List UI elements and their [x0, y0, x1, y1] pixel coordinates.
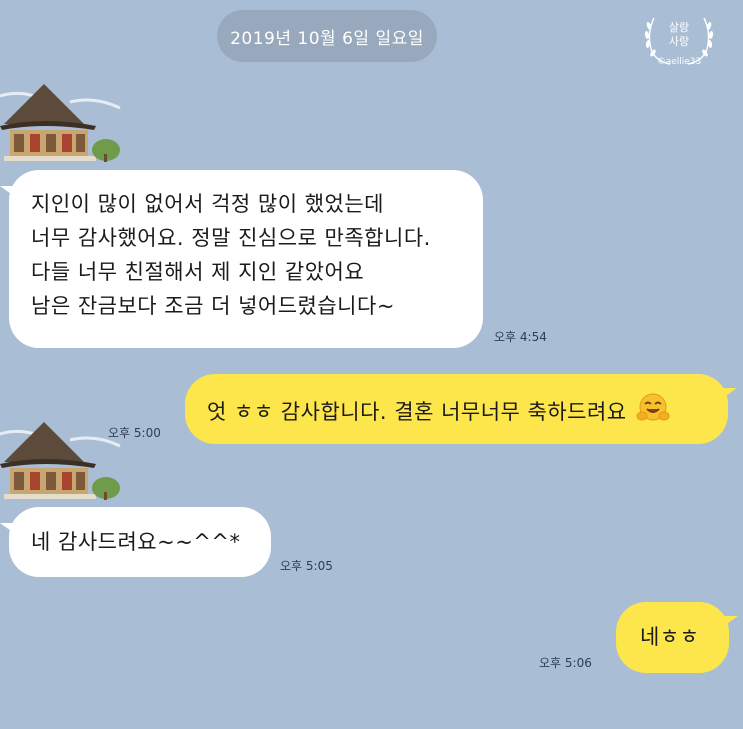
hanok-house-icon[interactable] — [0, 76, 124, 162]
watermark-logo: 살랑 사랑 ©aellie33 — [640, 14, 718, 72]
incoming-message-bubble[interactable]: 네 감사드려요~~^^* — [0, 507, 271, 577]
message-text: 네ㅎㅎ — [640, 625, 700, 649]
incoming-message-bubble[interactable]: 지인이 많이 없어서 걱정 많이 했었는데 너무 감사했어요. 정말 진심으로 … — [0, 170, 483, 348]
message-text: 네 감사드려요~~^^* — [31, 530, 241, 554]
message-line: 다들 너무 친절해서 제 지인 같았어요 — [31, 260, 365, 284]
bubble-tail — [0, 523, 14, 533]
message-line: 남은 잔금보다 조금 더 넣어드렸습니다~ — [31, 294, 395, 318]
message-text: 엇 ㅎㅎ 감사합니다. 결혼 너무너무 축하드려요 — [207, 400, 627, 424]
outgoing-message-bubble[interactable]: 엇 ㅎㅎ 감사합니다. 결혼 너무너무 축하드려요 — [185, 374, 737, 444]
hugging-face-emoji-icon — [636, 392, 670, 434]
bubble-tail — [723, 388, 737, 398]
outgoing-message-bubble[interactable]: 네ㅎㅎ — [616, 602, 738, 673]
message-line: 너무 감사했어요. 정말 진심으로 만족합니다. — [31, 226, 431, 250]
message-timestamp: 오후 4:54 — [494, 330, 547, 344]
message-timestamp: 오후 5:06 — [539, 656, 592, 670]
message-timestamp: 오후 5:05 — [280, 559, 333, 573]
watermark-line-1: 살랑 — [668, 21, 690, 34]
watermark-line-2: 사랑 — [668, 35, 690, 48]
message-line: 지인이 많이 없어서 걱정 많이 했었는데 — [31, 192, 384, 216]
bubble-tail — [0, 186, 14, 196]
hanok-house-icon[interactable] — [0, 414, 124, 500]
bubble-tail — [724, 616, 738, 626]
date-divider: 2019년 10월 6일 일요일 — [217, 10, 437, 62]
watermark-handle: ©aellie33 — [656, 57, 702, 67]
